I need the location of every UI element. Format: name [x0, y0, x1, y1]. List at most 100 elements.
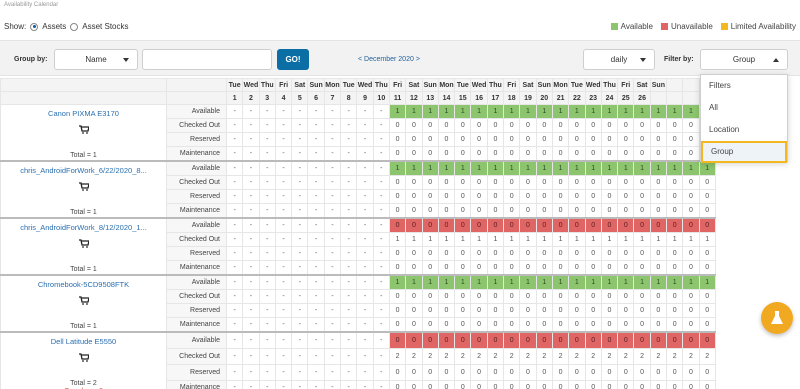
day-cell[interactable]: 0 — [698, 363, 716, 381]
day-cell[interactable]: - — [372, 132, 390, 148]
day-cell[interactable]: 1 — [666, 103, 684, 120]
day-cell[interactable]: 2 — [519, 347, 537, 365]
group-by-select[interactable]: Name — [54, 49, 138, 70]
day-cell[interactable]: 1 — [649, 103, 668, 120]
day-cell[interactable]: 0 — [519, 188, 537, 205]
day-cell[interactable]: 1 — [421, 103, 439, 120]
day-cell[interactable]: - — [242, 288, 260, 305]
day-cell[interactable]: 0 — [633, 217, 651, 233]
day-cell[interactable]: - — [291, 118, 309, 134]
day-cell[interactable]: - — [242, 146, 260, 163]
day-cell[interactable]: 0 — [584, 317, 602, 334]
day-cell[interactable]: 0 — [486, 363, 505, 381]
day-cell[interactable]: 0 — [454, 260, 472, 277]
day-cell[interactable]: 0 — [666, 379, 684, 389]
day-cell[interactable]: - — [274, 103, 293, 120]
day-cell[interactable]: 0 — [666, 132, 684, 148]
day-cell[interactable]: 0 — [454, 203, 472, 220]
day-cell[interactable]: 0 — [405, 260, 423, 277]
day-cell[interactable]: - — [242, 103, 260, 120]
day-cell[interactable]: 0 — [503, 288, 521, 305]
day-cell[interactable]: - — [340, 132, 358, 148]
day-cell[interactable]: - — [340, 317, 358, 334]
filter-option-group[interactable]: Group — [701, 141, 787, 163]
day-cell[interactable]: 1 — [617, 231, 635, 248]
day-cell[interactable]: 0 — [454, 302, 472, 319]
day-cell[interactable]: 1 — [551, 160, 570, 176]
day-cell[interactable]: 0 — [421, 174, 439, 191]
day-cell[interactable]: 0 — [519, 203, 537, 220]
day-cell[interactable]: - — [307, 379, 325, 389]
day-cell[interactable]: 0 — [486, 245, 505, 262]
day-cell[interactable]: 0 — [470, 317, 488, 334]
day-cell[interactable]: - — [307, 174, 325, 191]
day-cell[interactable]: 0 — [682, 203, 700, 220]
day-cell[interactable]: 0 — [568, 146, 586, 163]
day-cell[interactable]: - — [258, 260, 276, 277]
day-cell[interactable]: - — [356, 379, 374, 389]
day-cell[interactable]: - — [323, 160, 342, 176]
day-cell[interactable]: - — [291, 203, 309, 220]
day-cell[interactable]: 0 — [470, 331, 488, 349]
day-cell[interactable]: 0 — [600, 302, 619, 319]
period-select[interactable]: daily — [583, 49, 655, 70]
day-cell[interactable]: - — [372, 217, 390, 233]
day-cell[interactable]: 1 — [503, 274, 521, 290]
day-cell[interactable]: 0 — [470, 174, 488, 191]
day-cell[interactable]: - — [356, 118, 374, 134]
day-cell[interactable]: 0 — [535, 245, 553, 262]
day-cell[interactable]: 0 — [617, 188, 635, 205]
day-cell[interactable]: - — [372, 331, 390, 349]
day-cell[interactable]: 0 — [633, 331, 651, 349]
day-cell[interactable]: 1 — [649, 160, 668, 176]
day-cell[interactable]: - — [323, 188, 342, 205]
day-cell[interactable]: 0 — [405, 288, 423, 305]
day-cell[interactable]: 0 — [519, 245, 537, 262]
day-cell[interactable]: - — [291, 274, 309, 290]
day-cell[interactable]: 0 — [600, 288, 619, 305]
day-cell[interactable]: - — [291, 302, 309, 319]
day-cell[interactable]: - — [291, 231, 309, 248]
day-cell[interactable]: 0 — [682, 331, 700, 349]
day-cell[interactable]: - — [274, 132, 293, 148]
day-cell[interactable]: 0 — [568, 288, 586, 305]
day-cell[interactable]: 0 — [551, 302, 570, 319]
day-cell[interactable]: - — [372, 302, 390, 319]
day-cell[interactable]: 0 — [405, 203, 423, 220]
day-cell[interactable]: 0 — [454, 188, 472, 205]
day-cell[interactable]: - — [274, 288, 293, 305]
day-cell[interactable]: 0 — [600, 188, 619, 205]
day-cell[interactable]: - — [242, 331, 260, 349]
day-cell[interactable]: - — [242, 217, 260, 233]
day-cell[interactable]: 0 — [600, 132, 619, 148]
day-cell[interactable]: 0 — [535, 379, 553, 389]
day-cell[interactable]: 0 — [519, 146, 537, 163]
day-cell[interactable]: - — [242, 118, 260, 134]
day-cell[interactable]: 0 — [437, 288, 456, 305]
day-cell[interactable]: 1 — [454, 103, 472, 120]
cart-icon[interactable] — [78, 296, 89, 305]
day-cell[interactable]: - — [307, 203, 325, 220]
day-cell[interactable]: 0 — [551, 146, 570, 163]
day-cell[interactable]: 1 — [682, 103, 700, 120]
day-cell[interactable]: 0 — [535, 188, 553, 205]
day-cell[interactable]: 0 — [568, 174, 586, 191]
day-cell[interactable]: 0 — [519, 288, 537, 305]
day-cell[interactable]: 0 — [682, 188, 700, 205]
day-cell[interactable]: 1 — [486, 231, 505, 248]
day-cell[interactable]: - — [356, 260, 374, 277]
day-cell[interactable]: 0 — [437, 302, 456, 319]
day-cell[interactable]: 1 — [535, 103, 553, 120]
day-cell[interactable]: - — [323, 274, 342, 290]
day-cell[interactable]: 0 — [421, 132, 439, 148]
cart-icon[interactable] — [78, 353, 89, 362]
day-cell[interactable]: 0 — [551, 379, 570, 389]
day-cell[interactable]: 2 — [470, 347, 488, 365]
day-cell[interactable]: - — [323, 132, 342, 148]
day-cell[interactable]: 0 — [421, 188, 439, 205]
day-cell[interactable]: - — [356, 347, 374, 365]
show-option-assets[interactable]: Assets — [42, 22, 66, 31]
cart-icon[interactable] — [78, 125, 89, 134]
day-cell[interactable]: - — [356, 103, 374, 120]
day-cell[interactable]: 0 — [503, 302, 521, 319]
